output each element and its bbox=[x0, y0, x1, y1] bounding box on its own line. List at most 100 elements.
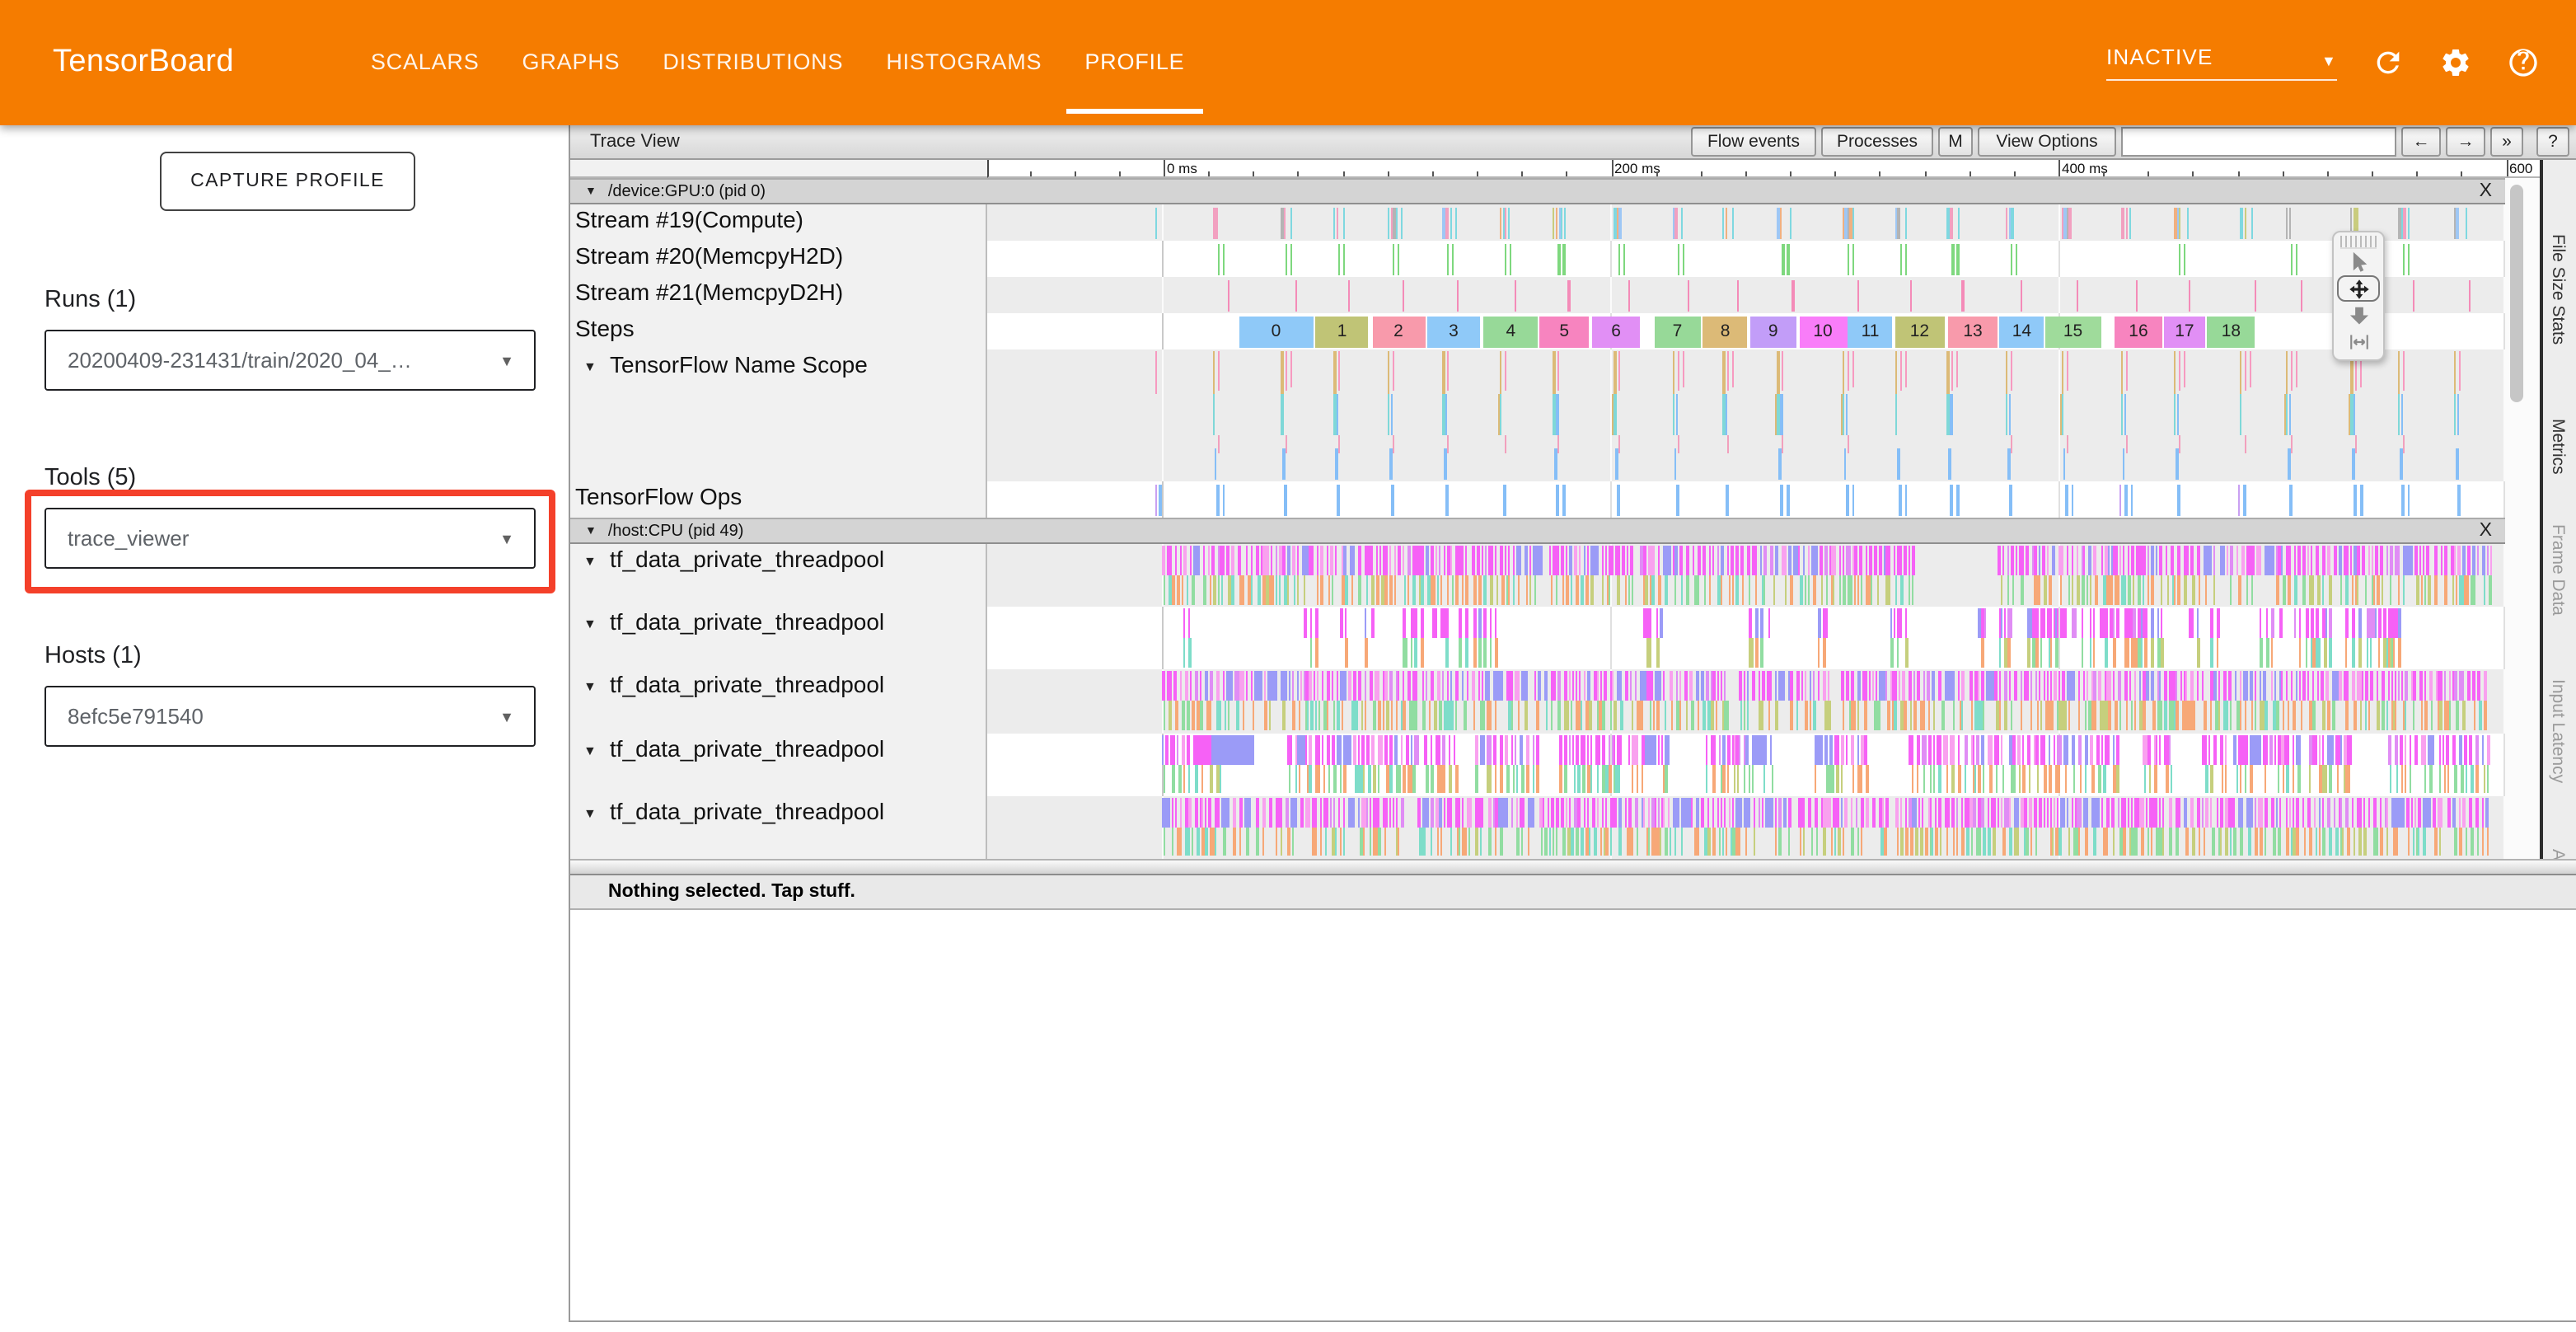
trace-event[interactable] bbox=[1563, 484, 1566, 515]
trace-event[interactable] bbox=[1338, 435, 1340, 453]
trace-event[interactable] bbox=[1389, 672, 1393, 701]
trace-event[interactable] bbox=[1731, 734, 1732, 764]
trace-event[interactable] bbox=[1202, 546, 1205, 575]
trace-event[interactable] bbox=[2124, 672, 2128, 701]
trace-event[interactable] bbox=[1238, 546, 1241, 575]
trace-event[interactable] bbox=[2318, 734, 2320, 764]
trace-event[interactable] bbox=[2354, 394, 2355, 435]
trace-event[interactable] bbox=[1724, 672, 1726, 701]
trace-event[interactable] bbox=[1906, 608, 1908, 638]
trace-event[interactable] bbox=[2329, 764, 2333, 793]
trace-event[interactable] bbox=[1528, 828, 1529, 856]
trace-event[interactable] bbox=[1957, 243, 1959, 274]
trace-event[interactable] bbox=[1698, 575, 1700, 604]
trace-event[interactable] bbox=[1761, 672, 1765, 701]
trace-event[interactable] bbox=[1956, 798, 1958, 828]
trace-event[interactable] bbox=[1167, 546, 1169, 575]
trace-event[interactable] bbox=[2284, 394, 2286, 435]
trace-event[interactable] bbox=[1768, 608, 1770, 638]
trace-event[interactable] bbox=[1717, 798, 1720, 828]
trace-event[interactable] bbox=[2105, 734, 2110, 764]
trace-event[interactable] bbox=[1602, 798, 1603, 828]
trace-event[interactable] bbox=[2151, 638, 2154, 668]
trace-event[interactable] bbox=[1489, 828, 1492, 856]
trace-event[interactable] bbox=[1555, 448, 1558, 480]
trace-event[interactable] bbox=[1579, 672, 1581, 701]
trace-event[interactable] bbox=[2370, 638, 2372, 668]
trace-event[interactable] bbox=[2487, 734, 2490, 764]
trace-event[interactable] bbox=[2241, 546, 2246, 575]
trace-event[interactable] bbox=[2319, 764, 2322, 793]
step-block-3[interactable]: 3 bbox=[1427, 316, 1480, 347]
trace-event[interactable] bbox=[1517, 764, 1519, 793]
trace-event[interactable] bbox=[1774, 672, 1776, 701]
trace-event[interactable] bbox=[2021, 279, 2022, 311]
trace-event[interactable] bbox=[2133, 672, 2135, 701]
trace-event[interactable] bbox=[1983, 764, 1984, 793]
trace-event[interactable] bbox=[2190, 798, 2194, 828]
trace-event[interactable] bbox=[1333, 701, 1334, 730]
scrollbar-thumb[interactable] bbox=[2510, 185, 2523, 402]
trace-event[interactable] bbox=[2068, 701, 2070, 730]
trace-event[interactable] bbox=[2302, 575, 2305, 604]
trace-event[interactable] bbox=[1883, 546, 1885, 575]
trace-event[interactable] bbox=[2413, 828, 2415, 856]
track-label-cell[interactable]: ▼tf_data_private_threadpool bbox=[570, 733, 987, 795]
trace-event[interactable] bbox=[2105, 546, 2108, 575]
trace-event[interactable] bbox=[2402, 546, 2412, 575]
trace-event[interactable] bbox=[1182, 701, 1185, 730]
trace-event[interactable] bbox=[2199, 828, 2200, 856]
trace-event[interactable] bbox=[2011, 435, 2012, 453]
trace-event[interactable] bbox=[1389, 546, 1392, 575]
trace-event[interactable] bbox=[1222, 484, 1225, 515]
trace-event[interactable] bbox=[1610, 701, 1611, 730]
trace-event[interactable] bbox=[2439, 701, 2443, 730]
trace-event[interactable] bbox=[1212, 207, 1214, 238]
trace-event[interactable] bbox=[1909, 279, 1911, 311]
trace-event[interactable] bbox=[1927, 672, 1929, 701]
trace-event[interactable] bbox=[2296, 798, 2299, 828]
trace-event[interactable] bbox=[2410, 672, 2411, 701]
trace-event[interactable] bbox=[1886, 672, 1887, 701]
trace-event[interactable] bbox=[1917, 734, 1919, 764]
trace-event[interactable] bbox=[2298, 638, 2301, 668]
trace-event[interactable] bbox=[1727, 351, 1729, 391]
trace-event[interactable] bbox=[2151, 546, 2155, 575]
trace-event[interactable] bbox=[2015, 798, 2019, 828]
trace-event[interactable] bbox=[2124, 484, 2127, 515]
trace-event[interactable] bbox=[2167, 575, 2169, 604]
trace-event[interactable] bbox=[1813, 701, 1815, 730]
trace-event[interactable] bbox=[2275, 734, 2277, 764]
trace-event[interactable] bbox=[1247, 546, 1248, 575]
trace-event[interactable] bbox=[1845, 734, 1848, 764]
trace-event[interactable] bbox=[1446, 672, 1448, 701]
tab-scalars[interactable]: SCALARS bbox=[349, 0, 501, 125]
trace-event[interactable] bbox=[1257, 798, 1259, 828]
trace-event[interactable] bbox=[1270, 546, 1272, 575]
status-dropdown[interactable]: INACTIVE ▼ bbox=[2106, 45, 2337, 81]
trace-event[interactable] bbox=[1403, 701, 1407, 730]
trace-event[interactable] bbox=[2004, 798, 2005, 828]
trace-event[interactable] bbox=[2191, 546, 2194, 575]
trace-event[interactable] bbox=[2019, 764, 2021, 793]
trace-event[interactable] bbox=[1851, 672, 1854, 701]
trace-event[interactable] bbox=[1628, 279, 1630, 311]
trace-event[interactable] bbox=[1443, 764, 1446, 793]
trace-event[interactable] bbox=[2251, 701, 2253, 730]
trace-event[interactable] bbox=[2035, 672, 2037, 701]
trace-event[interactable] bbox=[2455, 764, 2458, 793]
trace-event[interactable] bbox=[1935, 798, 1937, 828]
trace-event[interactable] bbox=[1521, 828, 1522, 856]
trace-event[interactable] bbox=[1317, 575, 1318, 604]
trace-event[interactable] bbox=[1435, 798, 1438, 828]
trace-event[interactable] bbox=[2164, 672, 2167, 701]
trace-event[interactable] bbox=[2161, 638, 2164, 668]
trace-event[interactable] bbox=[2275, 701, 2279, 730]
trace-event[interactable] bbox=[2036, 764, 2037, 793]
trace-event[interactable] bbox=[1354, 672, 1356, 701]
trace-event[interactable] bbox=[1494, 764, 1496, 793]
trace-event[interactable] bbox=[1583, 672, 1585, 701]
trace-event[interactable] bbox=[1675, 546, 1679, 575]
trace-event[interactable] bbox=[2157, 608, 2159, 638]
trace-event[interactable] bbox=[1615, 448, 1618, 480]
